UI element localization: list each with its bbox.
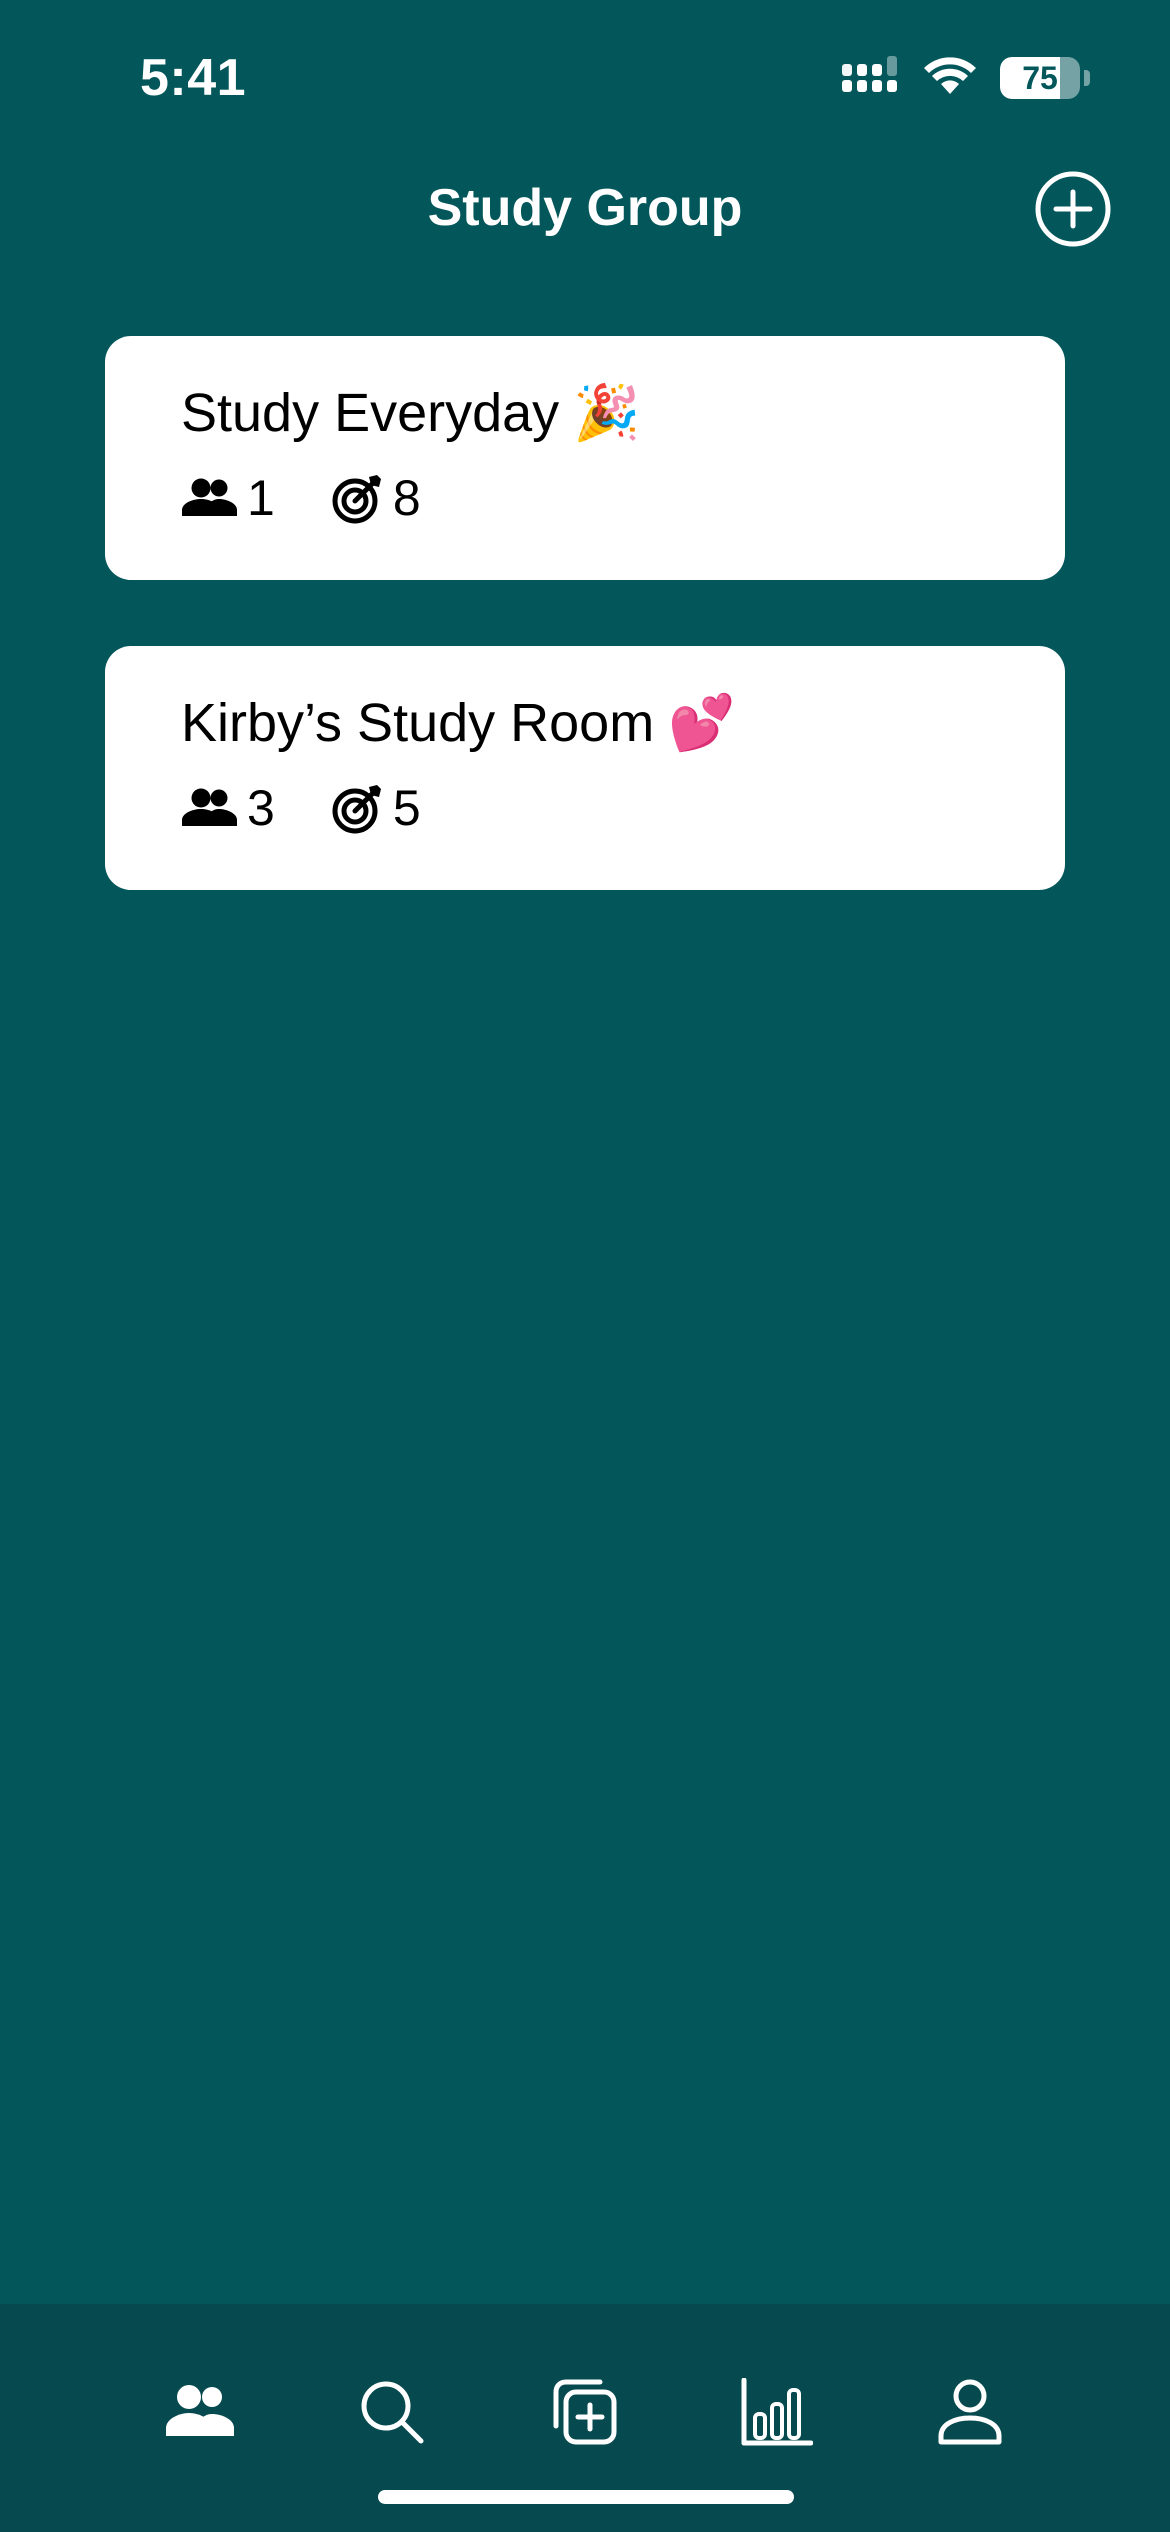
tab-search[interactable] (352, 2372, 432, 2452)
people-icon (182, 478, 237, 516)
search-icon (361, 2381, 424, 2444)
group-stats: 1 8 (181, 468, 1065, 528)
two-hearts-emoji: 💕 (668, 692, 736, 753)
target-icon (332, 475, 381, 524)
person-icon (938, 2379, 1002, 2445)
status-time: 5:41 (140, 49, 247, 107)
goal-count: 5 (331, 779, 421, 837)
goal-count-value: 8 (392, 470, 421, 526)
tab-add[interactable] (545, 2372, 625, 2452)
group-card-study-everyday[interactable]: Study Everyday 🎉 1 8 (105, 336, 1065, 580)
wifi-icon (922, 56, 978, 101)
add-square-icon (553, 2379, 617, 2445)
group-name: Study Everyday 🎉 (181, 380, 1065, 446)
member-count-value: 3 (247, 780, 275, 836)
page-title: Study Group (427, 179, 743, 237)
group-name-text: Study Everyday (181, 383, 560, 443)
group-name-text: Kirby’s Study Room (181, 693, 655, 753)
target-icon (332, 785, 381, 834)
group-list: Study Everyday 🎉 1 8 Kirby’s Study Room … (105, 336, 1065, 956)
battery-level: 75 (1022, 59, 1058, 96)
people-icon (182, 788, 237, 826)
plus-circle-icon (1035, 171, 1111, 247)
tab-stats[interactable] (737, 2372, 817, 2452)
cellular-signal-icon (840, 55, 900, 101)
goal-count-value: 5 (392, 780, 421, 836)
home-indicator[interactable] (378, 2490, 794, 2504)
tab-profile[interactable] (930, 2372, 1010, 2452)
tab-groups[interactable] (160, 2372, 240, 2452)
add-group-button[interactable] (1034, 170, 1112, 248)
battery-icon: 75 (1000, 57, 1080, 99)
battery-tip (1084, 70, 1090, 86)
bar-chart-icon (741, 2378, 813, 2446)
group-name: Kirby’s Study Room 💕 (181, 690, 1065, 756)
goal-count: 8 (331, 469, 421, 527)
status-icons: 75 (840, 55, 1090, 101)
group-card-kirbys-study-room[interactable]: Kirby’s Study Room 💕 3 5 (105, 646, 1065, 890)
group-stats: 3 5 (181, 778, 1065, 838)
member-count-value: 1 (247, 470, 275, 526)
member-count: 3 (181, 779, 275, 837)
member-count: 1 (181, 469, 275, 527)
study-group-screen: 5:41 75 Study Group Study Everyday 🎉 1 8… (0, 0, 1170, 2532)
people-icon (166, 2385, 234, 2436)
party-popper-emoji: 🎉 (573, 382, 641, 443)
